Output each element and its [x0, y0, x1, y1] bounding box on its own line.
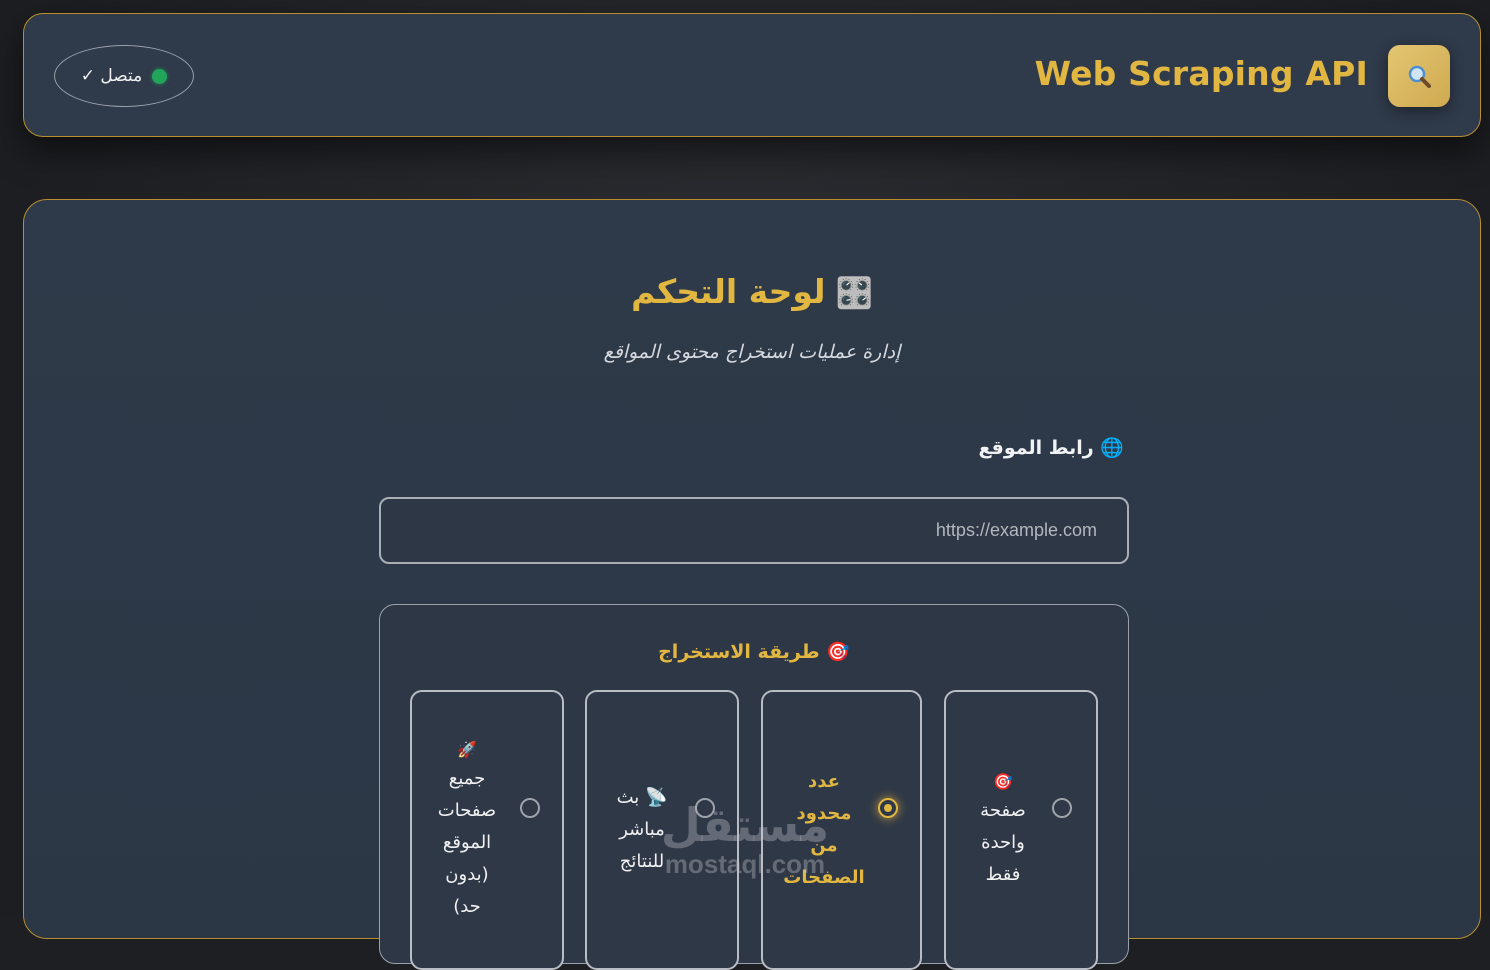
control-panel-card: 🎛️ لوحة التحكم إدارة عمليات استخراج محتوى… — [23, 199, 1481, 970]
url-field-label: 🌐 رابط الموقع — [978, 436, 1124, 459]
url-input[interactable] — [379, 497, 1129, 564]
status-text: متصل ✓ — [80, 66, 143, 86]
option-label: 📡 بث مباشر للنتائج — [616, 787, 668, 872]
target-icon: 🎯 — [993, 772, 1013, 791]
globe-icon: 🌐 — [1100, 437, 1124, 459]
connection-status-badge: متصل ✓ — [54, 45, 194, 107]
method-title-text: طريقة الاستخراج — [658, 641, 820, 663]
page-title-text: لوحة التحكم — [631, 272, 826, 311]
method-option-limited-pages[interactable]: عدد محدود من الصفحات — [761, 690, 922, 970]
satellite-icon: 📡 — [645, 787, 668, 808]
radio-single-page[interactable] — [1052, 798, 1072, 818]
magnifier-icon — [1408, 65, 1431, 88]
option-label: عدد محدود من الصفحات — [783, 771, 865, 888]
url-label-text: رابط الموقع — [978, 437, 1094, 459]
method-title: 🎯 طريقة الاستخراج — [380, 640, 1128, 663]
extraction-method-section: 🎯 طريقة الاستخراج 🎯 صفحة واحدة فقط عدد م… — [379, 604, 1129, 970]
option-label: 🚀 جميع صفحات الموقع (بدون حد) — [422, 692, 512, 968]
app-logo — [1388, 45, 1450, 107]
method-option-single-page[interactable]: 🎯 صفحة واحدة فقط — [944, 690, 1098, 970]
app-title: Web Scraping API — [1034, 54, 1368, 93]
radio-all-pages[interactable] — [520, 798, 540, 818]
method-option-all-pages[interactable]: 🚀 جميع صفحات الموقع (بدون حد) — [410, 690, 564, 970]
page-title: 🎛️ لوحة التحكم — [24, 272, 1480, 311]
app-header: Web Scraping API متصل ✓ — [23, 13, 1481, 137]
page-subtitle: إدارة عمليات استخراج محتوى المواقع — [603, 341, 901, 363]
control-knobs-icon: 🎛️ — [835, 276, 873, 311]
target-icon: 🎯 — [826, 641, 850, 663]
status-dot-icon — [152, 68, 168, 84]
rocket-icon: 🚀 — [457, 740, 477, 759]
radio-live-stream[interactable] — [695, 798, 715, 818]
option-label: 🎯 صفحة واحدة فقط — [958, 692, 1048, 968]
method-option-live-stream[interactable]: 📡 بث مباشر للنتائج — [585, 690, 739, 970]
radio-limited-pages[interactable] — [878, 798, 898, 818]
